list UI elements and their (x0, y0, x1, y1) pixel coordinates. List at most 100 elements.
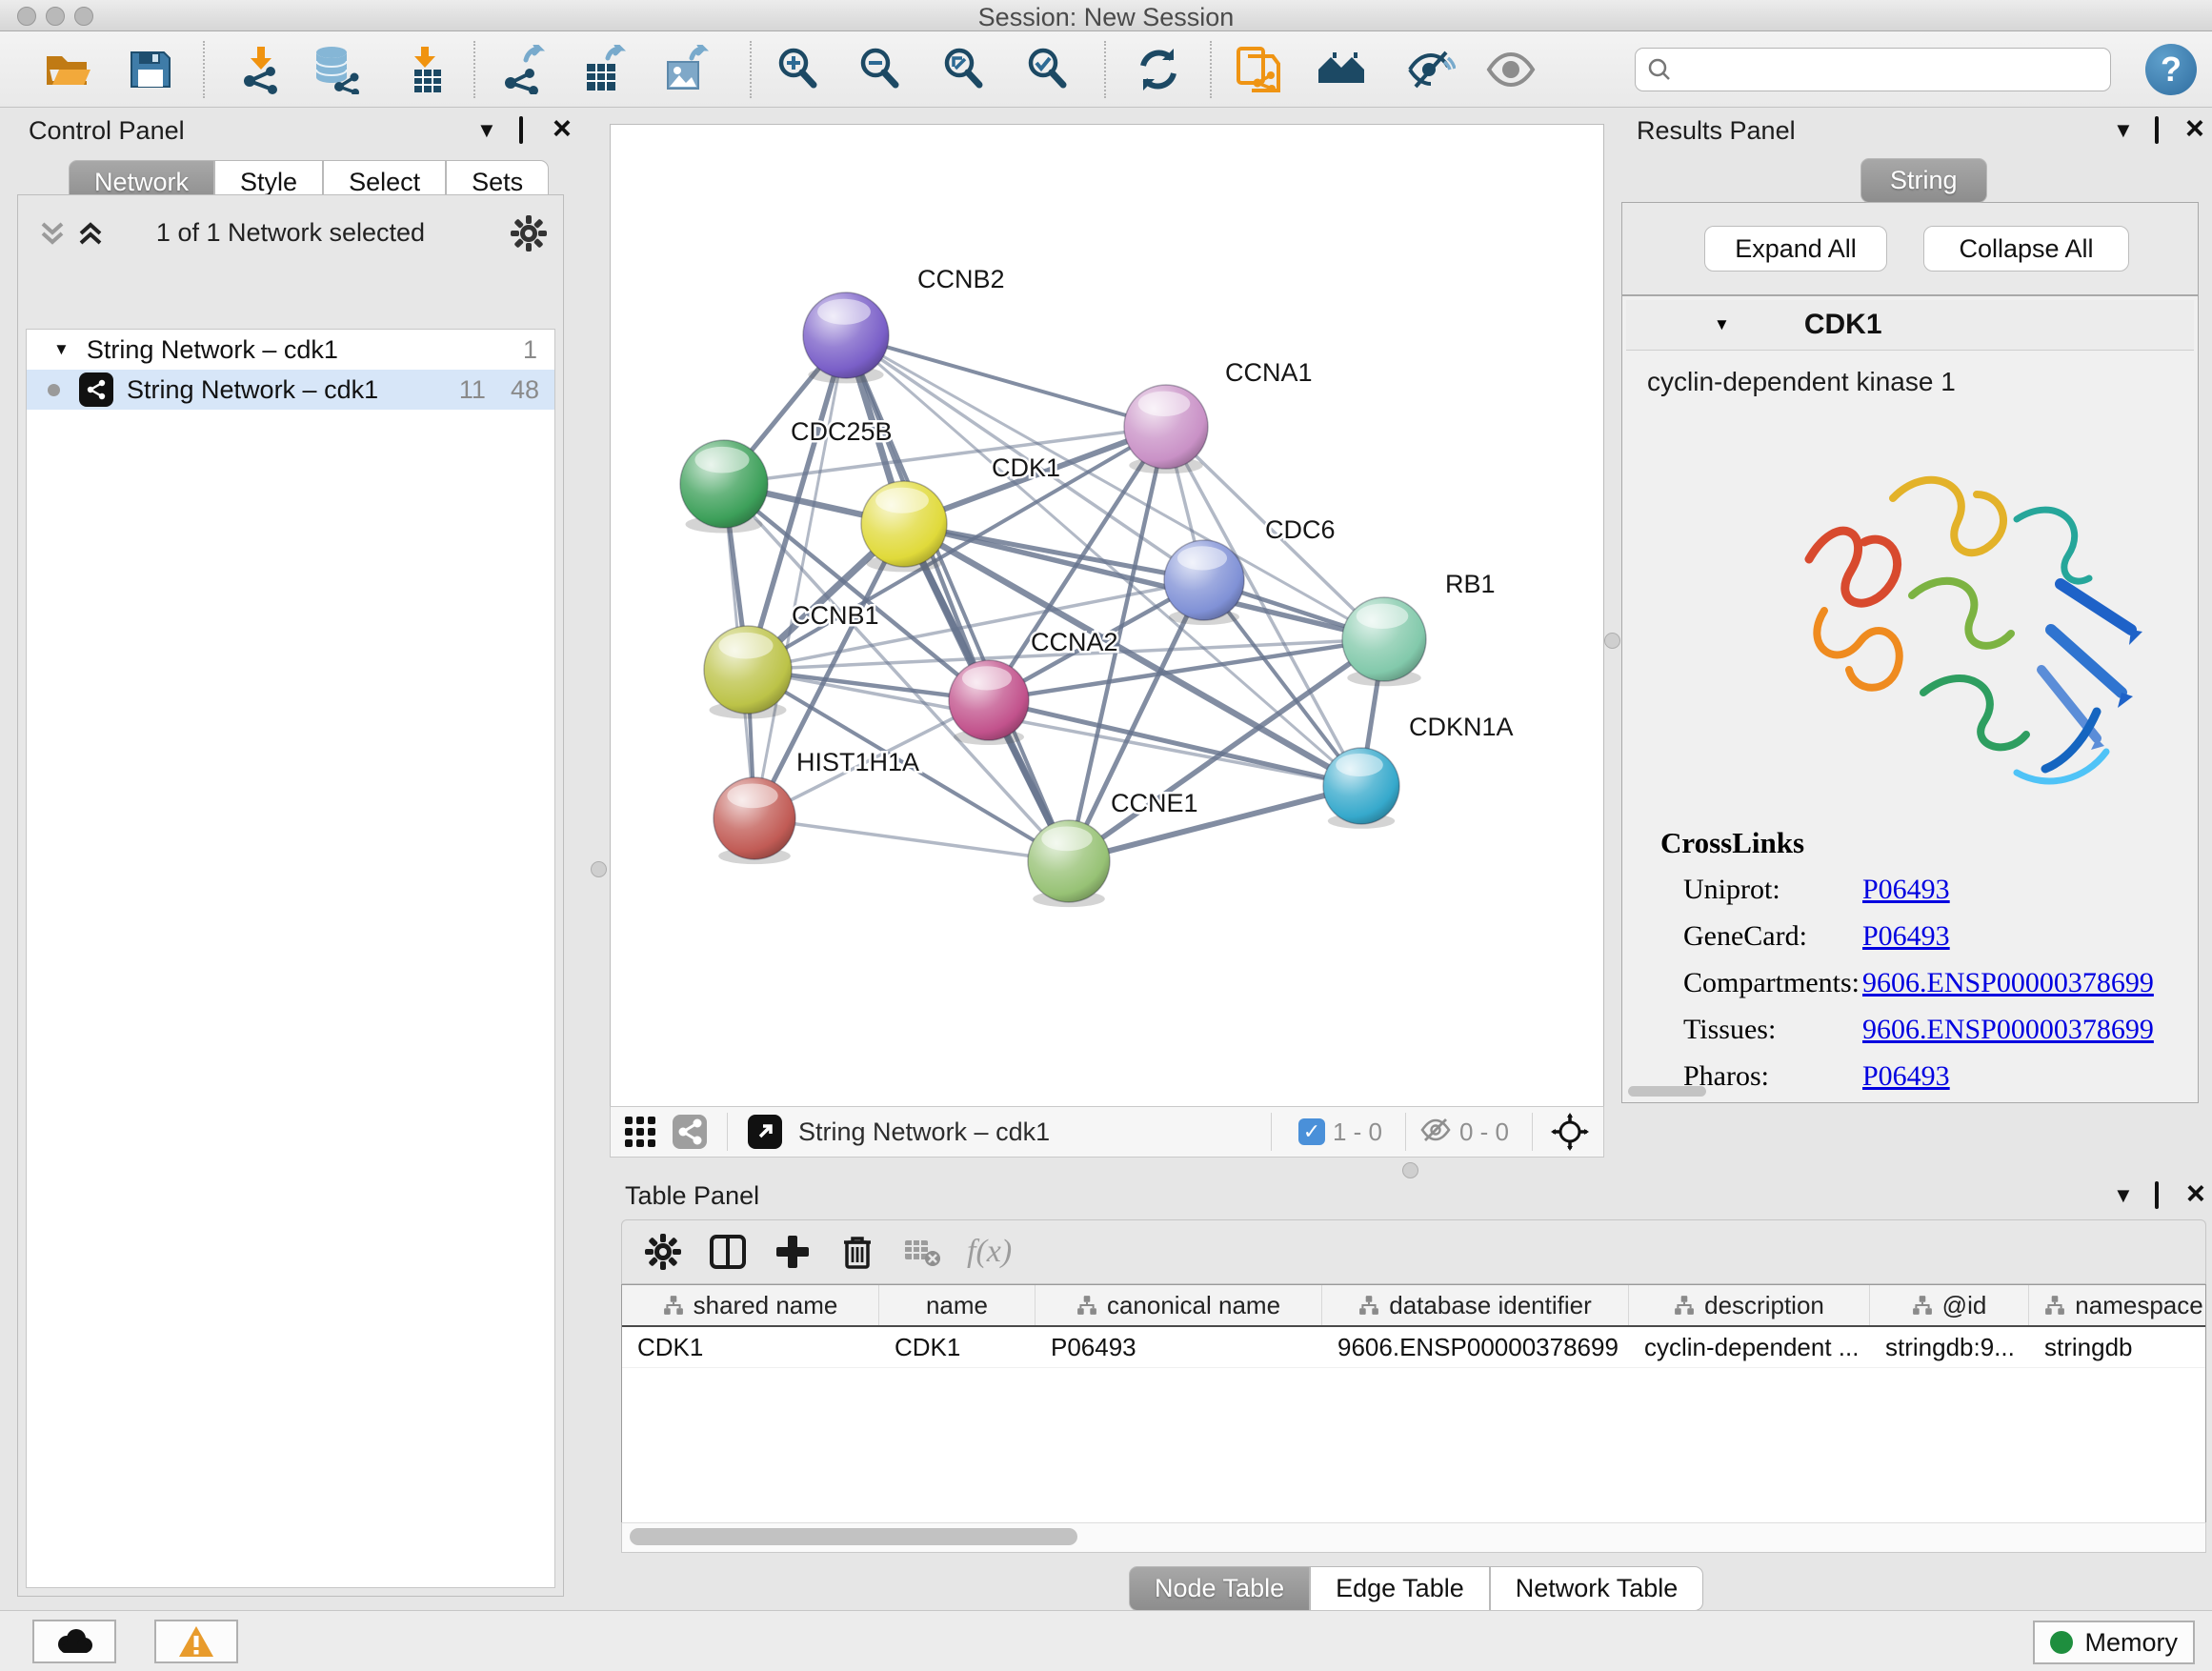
column-header-shared-name[interactable]: shared name (622, 1285, 879, 1325)
open-session-icon[interactable] (42, 45, 91, 94)
column-header-@id[interactable]: @id (1870, 1285, 2029, 1325)
network-node-HIST1H1A[interactable]: HIST1H1A (714, 748, 919, 864)
column-header-namespace[interactable]: namespace (2029, 1285, 2206, 1325)
network-node-RB1[interactable]: RB1 (1342, 570, 1496, 686)
network-edge-HIST1H1A-CCNE1[interactable] (754, 818, 1069, 861)
network-overview-icon[interactable] (666, 1108, 714, 1156)
duplicate-network-icon[interactable] (1233, 45, 1282, 94)
title-bar: Session: New Session (0, 0, 2212, 31)
refresh-icon[interactable] (1134, 45, 1183, 94)
network-view-canvas[interactable]: CCNB2CCNA1CDC25BCDK1CDC6RB1CCNB1CCNA2CDK… (610, 124, 1604, 1107)
home-networks-icon[interactable] (1317, 45, 1366, 94)
results-panel-close-icon[interactable]: × (2185, 116, 2204, 141)
table-cell[interactable]: CDK1 (879, 1327, 1036, 1367)
table-panel-close-icon[interactable]: × (2186, 1181, 2205, 1206)
control-panel-close-icon[interactable]: × (553, 116, 572, 141)
column-header-canonical-name[interactable]: canonical name (1036, 1285, 1322, 1325)
section-collapse-icon[interactable]: ▼ (1714, 315, 1730, 334)
network-edge-CCNB2-HIST1H1A[interactable] (754, 335, 846, 818)
collapse-all-button[interactable]: Collapse All (1923, 226, 2129, 272)
column-header-name[interactable]: name (879, 1285, 1036, 1325)
column-header-database-identifier[interactable]: database identifier (1322, 1285, 1629, 1325)
tab-edge-table[interactable]: Edge Table (1310, 1566, 1490, 1611)
zoom-in-icon[interactable] (774, 45, 823, 94)
table-cell[interactable]: P06493 (1036, 1327, 1322, 1367)
add-column-icon[interactable] (769, 1228, 816, 1276)
import-network-from-file-icon[interactable] (238, 45, 288, 94)
search-input[interactable] (1681, 55, 2110, 85)
help-icon[interactable]: ? (2145, 44, 2197, 95)
zoom-selected-icon[interactable] (1023, 45, 1073, 94)
table-cell[interactable]: cyclin-dependent ... (1629, 1327, 1870, 1367)
open-in-window-icon[interactable] (741, 1108, 789, 1156)
warnings-button[interactable] (154, 1620, 238, 1663)
network-node-CCNA2[interactable]: CCNA2 (949, 628, 1118, 745)
import-table-from-file-icon[interactable] (402, 45, 452, 94)
network-node-CDKN1A[interactable]: CDKN1A (1323, 713, 1514, 829)
hidden-eye-icon[interactable] (1419, 1114, 1452, 1151)
network-options-gear-icon[interactable] (510, 214, 548, 252)
export-network-icon[interactable] (499, 45, 549, 94)
table-cell[interactable]: CDK1 (622, 1327, 879, 1367)
results-panel-menu-icon[interactable]: ▼ (2113, 116, 2134, 145)
crosslink-label: GeneCard: (1660, 920, 1862, 953)
function-builder-icon[interactable]: f(x) (967, 1234, 1012, 1270)
crosslink-link[interactable]: P06493 (1862, 920, 1950, 953)
table-row[interactable]: CDK1CDK1P064939606.ENSP00000378699cyclin… (622, 1327, 2205, 1368)
network-manager: 1 of 1 Network selected ▼ String Network… (17, 194, 564, 1597)
table-horizontal-scrollbar[interactable] (621, 1522, 2206, 1553)
results-panel-float-icon[interactable] (2155, 116, 2159, 145)
delete-table-icon[interactable] (898, 1228, 946, 1276)
network-row[interactable]: String Network – cdk1 11 48 (27, 370, 554, 410)
column-label: name (926, 1291, 988, 1320)
import-network-from-database-icon[interactable] (311, 45, 360, 94)
table-cell[interactable]: stringdb:9... (1870, 1327, 2029, 1367)
crosslink-link[interactable]: P06493 (1862, 1060, 1950, 1093)
delete-column-trash-icon[interactable] (834, 1228, 881, 1276)
network-edge-CCNB2-CCNA1[interactable] (846, 335, 1166, 427)
node-section-header[interactable]: ▼ CDK1 (1626, 300, 2194, 351)
table-panel-float-icon[interactable] (2155, 1181, 2159, 1210)
save-session-icon[interactable] (126, 45, 175, 94)
table-options-gear-icon[interactable] (639, 1228, 687, 1276)
network-selected-status: 1 of 1 Network selected (18, 218, 563, 248)
control-panel-float-icon[interactable] (519, 116, 523, 145)
export-table-icon[interactable] (579, 45, 629, 94)
export-image-icon[interactable] (661, 45, 711, 94)
table-cell[interactable]: stringdb (2029, 1327, 2206, 1367)
network-node-CCNB2[interactable]: CCNB2 (803, 265, 1005, 383)
results-scrollbar-thumb[interactable] (1628, 1086, 1706, 1097)
memory-button[interactable]: Memory (2033, 1621, 2195, 1664)
table-scrollbar-thumb[interactable] (630, 1528, 1077, 1545)
birds-eye-grid-icon[interactable] (616, 1108, 664, 1156)
tab-string[interactable]: String (1860, 158, 1987, 203)
column-header-description[interactable]: description (1629, 1285, 1870, 1325)
network-collection-row[interactable]: ▼ String Network – cdk1 1 (27, 330, 554, 370)
hide-unselected-icon[interactable] (1406, 45, 1456, 94)
show-columns-icon[interactable] (704, 1228, 752, 1276)
network-label: String Network – cdk1 (127, 375, 378, 405)
zoom-out-icon[interactable] (855, 45, 905, 94)
right-splitter-handle[interactable] (1604, 633, 1620, 649)
fit-selected-crosshair-icon[interactable] (1546, 1108, 1594, 1156)
zoom-fit-icon[interactable] (939, 45, 989, 94)
table-cell[interactable]: 9606.ENSP00000378699 (1322, 1327, 1629, 1367)
selected-checkbox-icon[interactable]: ✓ (1298, 1118, 1325, 1145)
cloud-button[interactable] (32, 1620, 116, 1663)
show-all-eye-icon[interactable] (1486, 45, 1536, 94)
bottom-splitter-handle[interactable] (1402, 1162, 1418, 1178)
expand-all-button[interactable]: Expand All (1704, 226, 1887, 272)
tab-network-table[interactable]: Network Table (1490, 1566, 1704, 1611)
control-panel-menu-icon[interactable]: ▼ (476, 116, 497, 145)
left-splitter-handle[interactable] (591, 861, 607, 877)
crosslink-link[interactable]: 9606.ENSP00000378699 (1862, 1014, 2154, 1046)
results-actions-box: Expand All Collapse All (1621, 202, 2199, 295)
collection-expand-icon[interactable]: ▼ (53, 340, 70, 359)
network-node-CCNA1[interactable]: CCNA1 (1124, 358, 1313, 473)
table-panel-menu-icon[interactable]: ▼ (2113, 1181, 2134, 1210)
crosslink-link[interactable]: 9606.ENSP00000378699 (1862, 967, 2154, 999)
crosslink-link[interactable]: P06493 (1862, 874, 1950, 906)
network-edge-RB1-CCNE1[interactable] (1069, 639, 1384, 861)
tab-node-table[interactable]: Node Table (1129, 1566, 1310, 1611)
network-node-label: RB1 (1445, 570, 1496, 598)
